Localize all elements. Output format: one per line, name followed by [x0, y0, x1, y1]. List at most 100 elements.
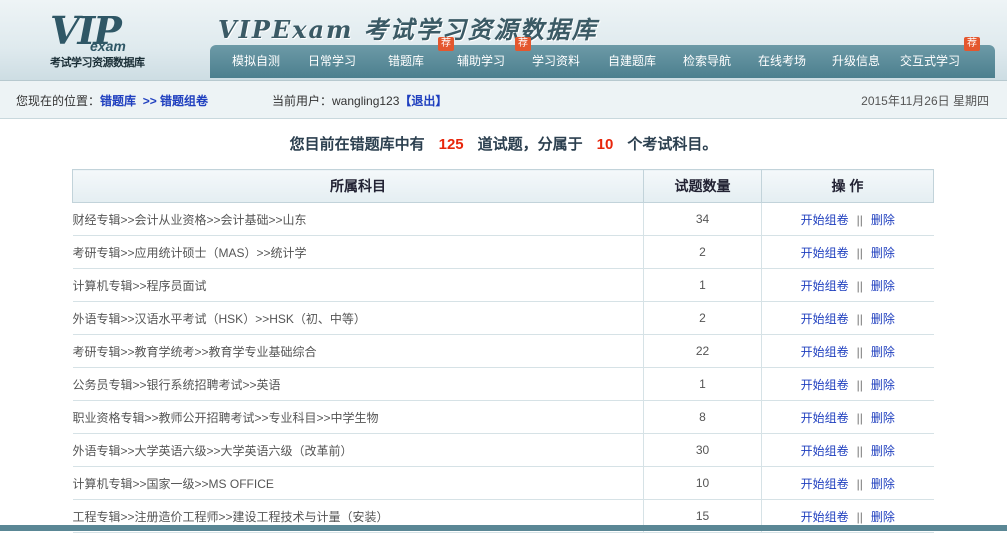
start-compose-link[interactable]: 开始组卷 — [801, 246, 849, 260]
recommend-badge: 荐 — [438, 37, 454, 51]
breadcrumb: 您现在的位置：错题库 >> 错题组卷 — [16, 94, 209, 108]
delete-link[interactable]: 删除 — [871, 411, 895, 425]
delete-link[interactable]: 删除 — [871, 279, 895, 293]
nav-item-daily-study[interactable]: 日常学习 — [308, 45, 356, 78]
count-cell: 34 — [643, 202, 762, 236]
table-row: 外语专辑>>汉语水平考试（HSK）>>HSK（初、中等） 2 开始组卷 || 删除 — [72, 301, 934, 335]
nav-item-assist-study[interactable]: 辅助学习荐 — [457, 37, 531, 78]
table-row: 考研专辑>>教育学统考>>教育学专业基础综合 22 开始组卷 || 删除 — [72, 334, 934, 368]
operations-cell: 开始组卷 || 删除 — [761, 334, 934, 368]
subject-count: 10 — [596, 136, 614, 153]
operations-cell: 开始组卷 || 删除 — [761, 433, 934, 467]
subject-cell: 考研专辑>>应用统计硕士（MAS）>>统计学 — [72, 235, 644, 269]
operations-cell: 开始组卷 || 删除 — [761, 400, 934, 434]
nav-item-study-materials[interactable]: 学习资料 — [532, 45, 580, 78]
table-row: 考研专辑>>应用统计硕士（MAS）>>统计学 2 开始组卷 || 删除 — [72, 235, 934, 269]
nav-item-upgrade-info[interactable]: 升级信息 — [832, 45, 880, 78]
count-cell: 30 — [643, 433, 762, 467]
subject-cell: 外语专辑>>汉语水平考试（HSK）>>HSK（初、中等） — [72, 301, 644, 335]
current-date: 2015年11月26日 星期四 — [861, 94, 989, 108]
op-separator: || — [856, 245, 863, 260]
subject-cell: 外语专辑>>大学英语六级>>大学英语六级（改革前） — [72, 433, 644, 467]
op-separator: || — [856, 212, 863, 227]
start-compose-link[interactable]: 开始组卷 — [801, 279, 849, 293]
op-separator: || — [856, 377, 863, 392]
count-cell: 2 — [643, 301, 762, 335]
header-operations: 操 作 — [761, 169, 934, 203]
nav-item-mock-test[interactable]: 模拟自测 — [232, 45, 280, 78]
site-title: VIPExam 考试学习资源数据库 — [218, 15, 598, 44]
op-separator: || — [856, 476, 863, 491]
start-compose-link[interactable]: 开始组卷 — [801, 213, 849, 227]
nav-item-search-nav[interactable]: 检索导航 — [683, 45, 731, 78]
delete-link[interactable]: 删除 — [871, 477, 895, 491]
table-row: 财经专辑>>会计从业资格>>会计基础>>山东 34 开始组卷 || 删除 — [72, 202, 934, 236]
operations-cell: 开始组卷 || 删除 — [761, 367, 934, 401]
delete-link[interactable]: 删除 — [871, 444, 895, 458]
op-separator: || — [856, 443, 863, 458]
logo-subtitle: 考试学习资源数据库 — [50, 57, 145, 69]
nav-item-custom-bank[interactable]: 自建题库 — [608, 45, 656, 78]
breadcrumb-wrong-compose[interactable]: >> 错题组卷 — [143, 94, 208, 108]
op-separator: || — [856, 278, 863, 293]
start-compose-link[interactable]: 开始组卷 — [801, 444, 849, 458]
subject-cell: 考研专辑>>教育学统考>>教育学专业基础综合 — [72, 334, 644, 368]
operations-cell: 开始组卷 || 删除 — [761, 466, 934, 500]
summary-text: 您目前在错题库中有 125 道试题，分属于 10 个考试科目。 — [289, 136, 718, 153]
location-bar: 您现在的位置：错题库 >> 错题组卷 当前用户：wangling123【退出】 … — [0, 81, 1007, 119]
op-separator: || — [856, 410, 863, 425]
subject-cell: 计算机专辑>>国家一级>>MS OFFICE — [72, 466, 644, 500]
table-row: 职业资格专辑>>教师公开招聘考试>>专业科目>>中学生物 8 开始组卷 || 删除 — [72, 400, 934, 434]
breadcrumb-wrong-bank[interactable]: 错题库 — [100, 94, 136, 108]
start-compose-link[interactable]: 开始组卷 — [801, 312, 849, 326]
nav-item-interactive-study[interactable]: 交互式学习荐 — [900, 37, 980, 78]
operations-cell: 开始组卷 || 删除 — [761, 268, 934, 302]
delete-link[interactable]: 删除 — [871, 213, 895, 227]
table-header-row: 所属科目 试题数量 操 作 — [72, 169, 934, 203]
count-cell: 10 — [643, 466, 762, 500]
wrong-question-table: 所属科目 试题数量 操 作 财经专辑>>会计从业资格>>会计基础>>山东 34 开始… — [72, 169, 934, 533]
nav-item-wrong-questions[interactable]: 错题库荐 — [388, 37, 454, 78]
user-name: wangling123 — [332, 94, 400, 108]
main-nav: 模拟自测 日常学习 错题库荐 辅助学习荐 学习资料 自建题库 检索导航 在线考场… — [210, 37, 995, 78]
delete-link[interactable]: 删除 — [871, 345, 895, 359]
count-cell: 2 — [643, 235, 762, 269]
recommend-badge: 荐 — [964, 37, 980, 51]
start-compose-link[interactable]: 开始组卷 — [801, 378, 849, 392]
count-cell: 1 — [643, 367, 762, 401]
header-count: 试题数量 — [643, 169, 762, 203]
delete-link[interactable]: 删除 — [871, 378, 895, 392]
delete-link[interactable]: 删除 — [871, 246, 895, 260]
delete-link[interactable]: 删除 — [871, 510, 895, 524]
op-separator: || — [856, 509, 863, 524]
table-row: 公务员专辑>>银行系统招聘考试>>英语 1 开始组卷 || 删除 — [72, 367, 934, 401]
operations-cell: 开始组卷 || 删除 — [761, 202, 934, 236]
subject-cell: 公务员专辑>>银行系统招聘考试>>英语 — [72, 367, 644, 401]
start-compose-link[interactable]: 开始组卷 — [801, 477, 849, 491]
header-subject: 所属科目 — [72, 169, 644, 203]
logout-link[interactable]: 【退出】 — [399, 94, 447, 108]
subject-cell: 职业资格专辑>>教师公开招聘考试>>专业科目>>中学生物 — [72, 400, 644, 434]
operations-cell: 开始组卷 || 删除 — [761, 301, 934, 335]
count-cell: 8 — [643, 400, 762, 434]
start-compose-link[interactable]: 开始组卷 — [801, 510, 849, 524]
question-count: 125 — [438, 136, 464, 153]
logo[interactable]: VIP exam 考试学习资源数据库 — [10, 8, 210, 74]
header: VIP exam 考试学习资源数据库 VIPExam 考试学习资源数据库 模拟自… — [0, 0, 1007, 81]
count-cell: 22 — [643, 334, 762, 368]
nav-item-online-exam[interactable]: 在线考场 — [758, 45, 806, 78]
operations-cell: 开始组卷 || 删除 — [761, 235, 934, 269]
start-compose-link[interactable]: 开始组卷 — [801, 411, 849, 425]
delete-link[interactable]: 删除 — [871, 312, 895, 326]
table-row: 计算机专辑>>程序员面试 1 开始组卷 || 删除 — [72, 268, 934, 302]
logo-exam-text: exam — [90, 38, 126, 54]
start-compose-link[interactable]: 开始组卷 — [801, 345, 849, 359]
op-separator: || — [856, 344, 863, 359]
table-row: 外语专辑>>大学英语六级>>大学英语六级（改革前） 30 开始组卷 || 删除 — [72, 433, 934, 467]
table-row: 计算机专辑>>国家一级>>MS OFFICE 10 开始组卷 || 删除 — [72, 466, 934, 500]
subject-cell: 财经专辑>>会计从业资格>>会计基础>>山东 — [72, 202, 644, 236]
count-cell: 1 — [643, 268, 762, 302]
op-separator: || — [856, 311, 863, 326]
footer-bar — [0, 525, 1007, 531]
recommend-badge: 荐 — [515, 37, 531, 51]
